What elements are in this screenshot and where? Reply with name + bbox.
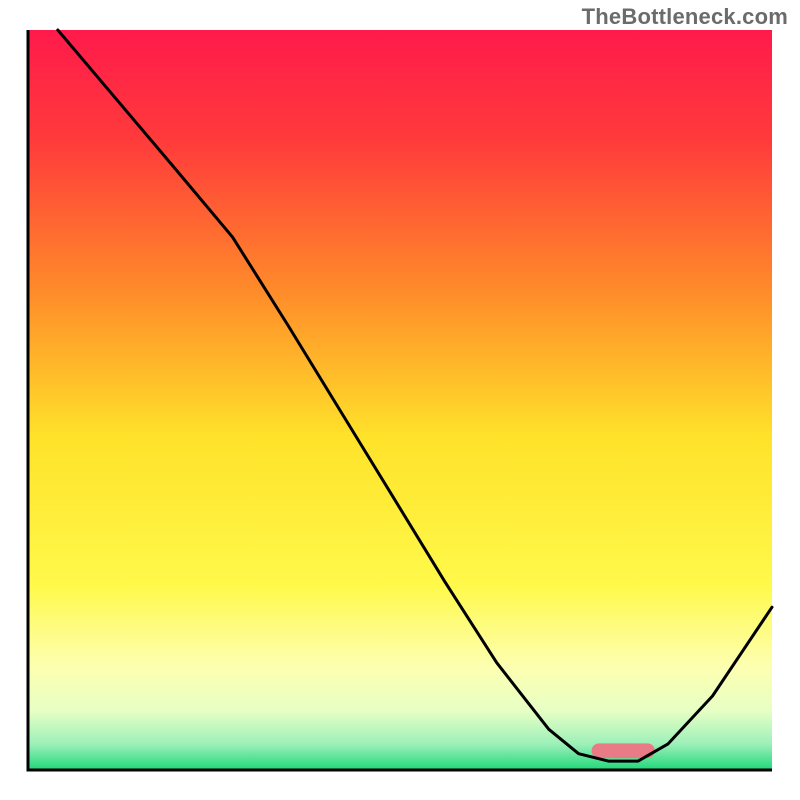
watermark-text: TheBottleneck.com bbox=[582, 4, 788, 30]
bottleneck-chart bbox=[0, 0, 800, 800]
plot-background bbox=[28, 30, 772, 770]
chart-container: TheBottleneck.com bbox=[0, 0, 800, 800]
